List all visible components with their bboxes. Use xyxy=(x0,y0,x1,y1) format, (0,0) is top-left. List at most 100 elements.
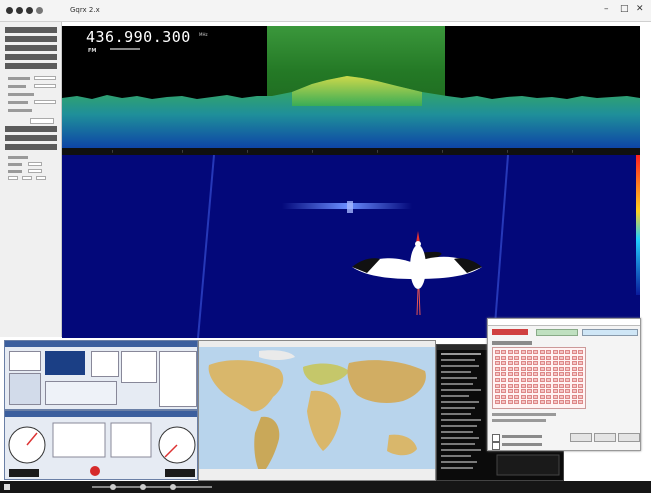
grid-cell xyxy=(571,394,577,399)
grid-cell xyxy=(578,389,584,394)
grid-cell xyxy=(501,378,507,382)
checkbox[interactable] xyxy=(492,442,500,450)
label-line xyxy=(492,413,556,416)
maximize-button[interactable]: □ xyxy=(620,4,629,14)
grid-cell xyxy=(495,400,500,405)
dialog-button[interactable] xyxy=(594,433,616,442)
stop-icon[interactable] xyxy=(26,7,33,14)
grid-cell xyxy=(539,400,545,405)
grid-cell xyxy=(578,394,584,399)
option-field[interactable] xyxy=(34,100,56,104)
grid-cell xyxy=(565,361,571,366)
grid-cell xyxy=(578,355,584,360)
grid-cell xyxy=(571,355,577,360)
label-line xyxy=(502,443,542,446)
option-field[interactable] xyxy=(34,76,56,80)
grid-cell xyxy=(501,350,507,354)
grid-cell xyxy=(533,361,539,366)
grid-cell xyxy=(565,389,571,394)
option-field[interactable] xyxy=(34,84,56,88)
grid-cell xyxy=(559,394,564,399)
world-map-window[interactable] xyxy=(198,340,436,481)
app-icon[interactable] xyxy=(140,484,146,490)
checkbox[interactable] xyxy=(492,434,500,442)
grid-cell xyxy=(495,394,500,399)
settings-icon[interactable] xyxy=(36,7,43,14)
pass-list[interactable] xyxy=(159,351,197,407)
tracking-window[interactable] xyxy=(4,410,198,480)
waterfall-display[interactable] xyxy=(62,155,640,338)
start-icon[interactable] xyxy=(4,484,10,490)
grid-cell xyxy=(578,361,584,366)
panel-header-fft[interactable] xyxy=(5,54,57,60)
grid-cell xyxy=(565,350,571,354)
close-button[interactable]: ✕ xyxy=(636,4,644,14)
option-field[interactable] xyxy=(36,176,46,180)
grid-cell xyxy=(507,389,513,394)
panel-header-demod[interactable] xyxy=(5,126,57,132)
option-field[interactable] xyxy=(8,176,18,180)
rotator-control-window[interactable] xyxy=(4,340,198,410)
grid-cell xyxy=(533,400,539,405)
waterfall-colorbar xyxy=(636,155,640,295)
grid-cell xyxy=(539,378,545,382)
status-field[interactable] xyxy=(536,329,578,336)
control-grid[interactable] xyxy=(91,351,119,377)
grid-cell xyxy=(507,361,513,366)
grid-cell xyxy=(546,389,552,394)
label-line xyxy=(8,156,28,159)
grid-cell xyxy=(552,372,558,377)
fft-trace xyxy=(62,76,640,153)
axis-tick: | xyxy=(377,149,379,153)
label-line xyxy=(8,101,28,104)
grid-cell xyxy=(559,372,564,377)
label-line xyxy=(502,435,542,438)
grid-cell xyxy=(527,378,532,382)
dialog-button[interactable] xyxy=(570,433,592,442)
waterfall-signals xyxy=(197,155,509,338)
status-field[interactable] xyxy=(582,329,638,336)
world-map[interactable] xyxy=(199,347,436,481)
option-field[interactable] xyxy=(28,162,42,166)
grid-cell xyxy=(552,355,558,360)
grid-cell xyxy=(546,350,552,354)
frequency-axis: | | | | | | | | xyxy=(62,148,640,155)
grid-cell xyxy=(578,350,584,354)
app-icon[interactable] xyxy=(110,484,116,490)
grid-cell xyxy=(520,383,526,388)
panel-header-rds[interactable] xyxy=(5,63,57,69)
button-group[interactable] xyxy=(45,381,117,405)
app-icon[interactable] xyxy=(170,484,176,490)
satellite-list[interactable] xyxy=(121,351,157,383)
grid-cell xyxy=(546,400,552,405)
spectrum-plot[interactable]: 436.990.300 MHz FM xyxy=(62,26,640,153)
panel-header-squelch[interactable] xyxy=(5,135,57,141)
parameter-box xyxy=(9,373,41,405)
minimize-button[interactable]: – xyxy=(604,4,609,14)
dialog-button[interactable] xyxy=(618,433,640,442)
panel-header-audio[interactable] xyxy=(5,45,57,51)
record-icon[interactable] xyxy=(6,7,13,14)
play-icon[interactable] xyxy=(16,7,23,14)
option-field[interactable] xyxy=(28,169,42,173)
panel-header-input[interactable] xyxy=(5,27,57,33)
telemetry-dialog[interactable] xyxy=(487,318,641,451)
grid-cell xyxy=(539,366,545,371)
grid-cell xyxy=(565,355,571,360)
label-line xyxy=(8,170,22,173)
panel-header-filter[interactable] xyxy=(5,144,57,150)
option-field[interactable] xyxy=(22,176,32,180)
grid-cell xyxy=(571,400,577,405)
grid-cell xyxy=(571,378,577,382)
grid-cell xyxy=(552,400,558,405)
grid-cell xyxy=(533,383,539,388)
option-button[interactable] xyxy=(30,118,54,124)
grid-cell xyxy=(527,383,532,388)
label-line xyxy=(8,77,30,80)
panel-header-receiver[interactable] xyxy=(5,36,57,42)
grid-cell xyxy=(578,366,584,371)
telemetry-grid[interactable] xyxy=(492,347,586,409)
grid-cell xyxy=(527,400,532,405)
grid-cell xyxy=(559,383,564,388)
grid-cell xyxy=(559,361,564,366)
